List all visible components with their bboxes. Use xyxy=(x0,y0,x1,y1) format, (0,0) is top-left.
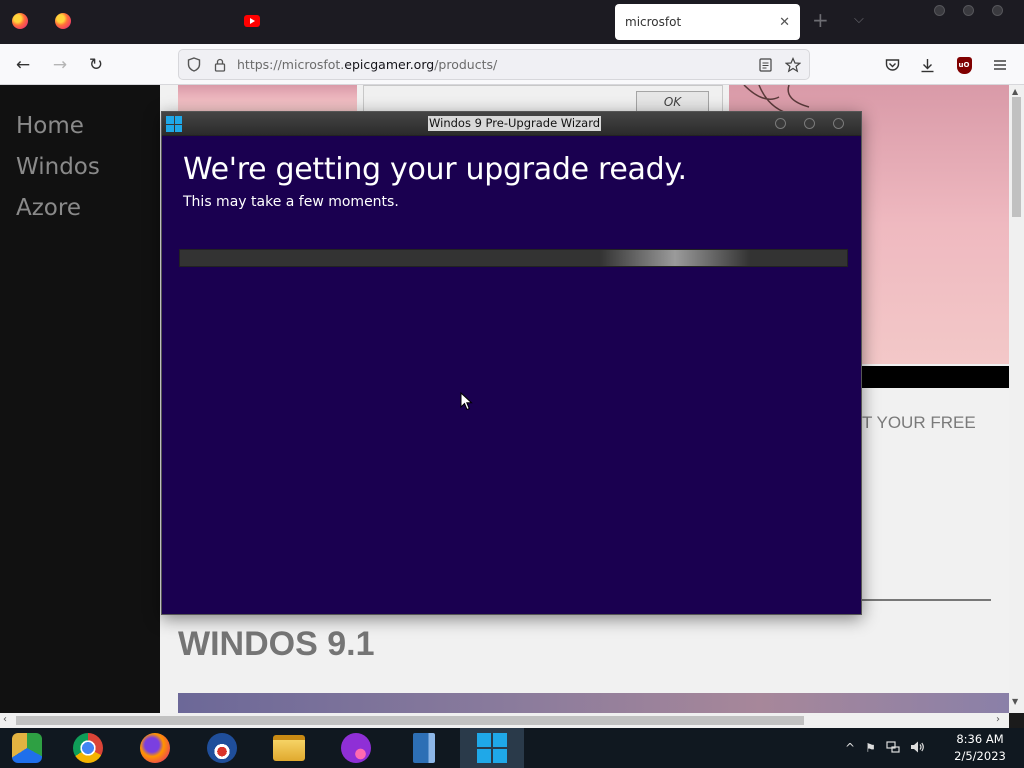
tab-list-chevron-icon[interactable]: ⌵ xyxy=(854,12,864,27)
download-icon[interactable] xyxy=(914,52,940,78)
taskbar-app-chromium[interactable] xyxy=(0,728,59,768)
url-prefix: https://microsfot. xyxy=(237,57,345,72)
clock-time: 8:36 AM xyxy=(956,732,1004,746)
hero-caption-bar xyxy=(860,366,1009,388)
close-window-button[interactable] xyxy=(992,5,1003,16)
taskbar-app-book[interactable] xyxy=(392,728,456,768)
menu-icon[interactable] xyxy=(987,52,1013,78)
wizard-titlebar[interactable]: Windos 9 Pre-Upgrade Wizard xyxy=(162,112,861,136)
scroll-down-arrow-icon[interactable]: ▼ xyxy=(1012,697,1018,706)
tray-chevron-icon[interactable]: ^ xyxy=(845,741,855,755)
clock-date: 2/5/2023 xyxy=(954,749,1006,763)
maximize-button[interactable] xyxy=(963,5,974,16)
back-button[interactable]: ← xyxy=(10,52,36,78)
minimize-button[interactable] xyxy=(934,5,945,16)
horizontal-scroll-thumb[interactable] xyxy=(16,716,804,725)
pinned-tab-youtube[interactable] xyxy=(240,9,264,33)
vertical-scroll-thumb[interactable] xyxy=(1012,97,1021,217)
shield-icon[interactable] xyxy=(183,54,205,76)
vertical-scrollbar[interactable]: ▲ ▼ xyxy=(1009,85,1024,713)
upgrade-wizard-window: Windos 9 Pre-Upgrade Wizard We're gettin… xyxy=(161,111,862,615)
mouse-cursor-icon xyxy=(460,392,473,411)
sidebar-link-windos[interactable]: Windos xyxy=(0,147,100,188)
product-title: WINDOS 9.1 xyxy=(178,625,375,663)
infinity-app-icon xyxy=(341,733,371,763)
reader-view-icon[interactable] xyxy=(753,54,777,76)
horizontal-scrollbar[interactable]: ‹ › xyxy=(0,713,1009,728)
wizard-title: Windos 9 Pre-Upgrade Wizard xyxy=(428,116,602,131)
taskbar-app-firefox[interactable] xyxy=(123,728,187,768)
upgrade-progress-bar xyxy=(179,249,848,267)
wizard-maximize-button[interactable] xyxy=(804,118,815,129)
scroll-left-arrow-icon[interactable]: ‹ xyxy=(3,714,7,725)
product-image xyxy=(178,693,1009,713)
ublock-icon[interactable]: uO xyxy=(951,52,977,78)
desktop: microsfot ✕ + ⌵ ← → ↻ https://microsfot.… xyxy=(0,0,1024,768)
divider xyxy=(860,599,991,601)
bookmark-star-icon[interactable] xyxy=(781,54,805,76)
url-text[interactable]: https://microsfot.epicgamer.org/products… xyxy=(237,57,753,72)
taskbar-app-infinity[interactable] xyxy=(324,728,388,768)
wizard-minimize-button[interactable] xyxy=(775,118,786,129)
tab-title: microsfot xyxy=(625,15,682,29)
background-ok-button[interactable]: OK xyxy=(636,91,709,113)
book-app-icon xyxy=(413,733,435,763)
pinned-tab-firefox[interactable] xyxy=(8,9,32,33)
system-tray: ^ ⚑ xyxy=(845,728,926,768)
site-sidebar: Home Windos Azore xyxy=(0,85,160,713)
tab-microsfot[interactable]: microsfot ✕ xyxy=(615,4,800,40)
chromium-icon xyxy=(12,733,42,763)
new-tab-button[interactable]: + xyxy=(812,10,829,30)
wizard-subheading: This may take a few moments. xyxy=(183,194,399,210)
taskbar-app-obama[interactable] xyxy=(190,728,254,768)
action-center-flag-icon[interactable]: ⚑ xyxy=(865,741,876,755)
firefox-icon xyxy=(12,13,28,29)
youtube-icon xyxy=(244,15,260,27)
taskbar: ^ ⚑ 8:36 AM 2/5/2023 xyxy=(0,728,1024,768)
scroll-right-arrow-icon[interactable]: › xyxy=(996,714,1000,725)
reload-button[interactable]: ↻ xyxy=(83,52,109,78)
taskbar-app-file-explorer[interactable] xyxy=(257,728,321,768)
file-explorer-icon xyxy=(273,735,305,761)
firefox-icon xyxy=(140,733,170,763)
address-bar[interactable]: https://microsfot.epicgamer.org/products… xyxy=(178,49,810,80)
volume-icon[interactable] xyxy=(910,740,926,757)
forward-button[interactable]: → xyxy=(47,52,73,78)
windows-logo-icon xyxy=(477,733,507,763)
url-path: /products/ xyxy=(434,57,498,72)
network-icon[interactable] xyxy=(886,740,900,757)
lock-icon[interactable] xyxy=(209,54,231,76)
pocket-icon[interactable] xyxy=(879,52,905,78)
browser-toolbar: ← → ↻ https://microsfot.epicgamer.org/pr… xyxy=(0,44,1024,85)
wizard-heading: We're getting your upgrade ready. xyxy=(183,152,687,187)
promo-text: T YOUR FREE xyxy=(862,413,976,432)
obama-logo-icon xyxy=(207,733,237,763)
ublock-badge: uO xyxy=(956,56,972,74)
chrome-icon xyxy=(73,733,103,763)
progress-shimmer xyxy=(600,250,750,266)
pinned-tab-firefox-2[interactable] xyxy=(51,9,75,33)
sidebar-link-home[interactable]: Home xyxy=(0,106,100,147)
url-domain: epicgamer.org xyxy=(344,57,435,72)
wizard-close-button[interactable] xyxy=(833,118,844,129)
taskbar-app-chrome[interactable] xyxy=(56,728,120,768)
scroll-up-arrow-icon[interactable]: ▲ xyxy=(1012,87,1018,96)
browser-tab-strip: microsfot ✕ + ⌵ xyxy=(0,0,1024,44)
hero-image-left xyxy=(178,85,357,113)
taskbar-app-windows[interactable] xyxy=(460,728,524,768)
firefox-icon xyxy=(55,13,71,29)
taskbar-clock[interactable]: 8:36 AM 2/5/2023 xyxy=(940,731,1020,765)
sidebar-links: Home Windos Azore xyxy=(0,106,100,229)
close-tab-icon[interactable]: ✕ xyxy=(779,15,790,30)
sidebar-link-azore[interactable]: Azore xyxy=(0,188,100,229)
windows-logo-icon xyxy=(166,116,182,132)
